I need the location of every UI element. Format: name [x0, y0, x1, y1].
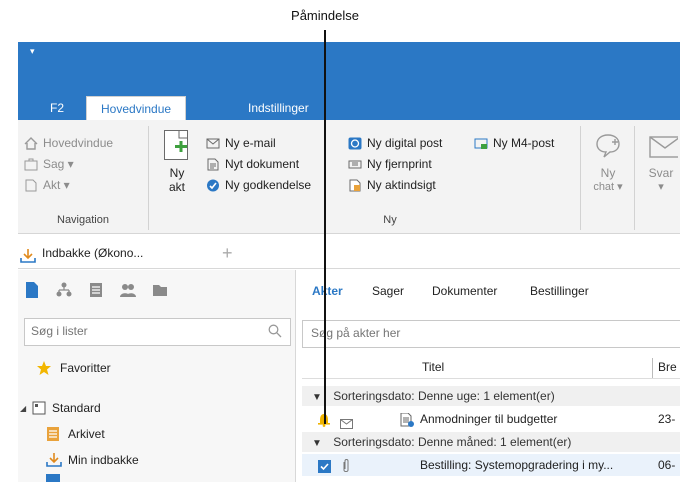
nav-hovedvindue[interactable]: Hovedvindue: [24, 134, 113, 153]
group-toggle-icon[interactable]: ▼: [312, 392, 322, 403]
chat-icon: [594, 132, 622, 160]
star-icon: [36, 360, 52, 376]
tree-item-partial-icon: [46, 474, 60, 482]
quick-access-icon[interactable]: ▾: [30, 46, 35, 57]
ny-email-button[interactable]: Ny e-mail: [206, 134, 276, 153]
callout-label: Påmindelse: [291, 8, 359, 23]
ribbon-separator: [634, 126, 635, 230]
akter-search-field[interactable]: [303, 321, 679, 345]
remote-print-icon: [348, 158, 362, 171]
column-header-row: Titel Bre: [302, 358, 680, 379]
case-icon: [24, 158, 38, 171]
people-icon[interactable]: [120, 282, 136, 298]
add-tab-button[interactable]: +: [222, 240, 233, 266]
tab-hovedvindue[interactable]: Hovedvindue: [86, 96, 187, 121]
ribbon-separator: [580, 126, 581, 230]
list-search-input[interactable]: [24, 318, 291, 346]
group-row[interactable]: ▼ Sorteringsdato: Denne måned: 1 element…: [302, 432, 680, 452]
row-date: 23-: [658, 412, 676, 426]
tab-indstillinger[interactable]: Indstillinger: [234, 96, 323, 120]
group-toggle-icon[interactable]: ▼: [312, 438, 322, 449]
document-list-icon[interactable]: [24, 282, 40, 298]
group-label-ny: Ny: [383, 214, 397, 226]
table-row[interactable]: Anmodninger til budgetter 23-: [302, 408, 680, 430]
tab-f2[interactable]: F2: [36, 96, 78, 120]
nav-akt[interactable]: Akt ▾: [24, 176, 70, 195]
list-view-icon[interactable]: [88, 282, 104, 298]
nav-sag[interactable]: Sag ▾: [24, 155, 74, 174]
standard-list-icon: [32, 401, 46, 415]
column-header-date[interactable]: Bre: [658, 360, 677, 374]
ribbon-separator: [148, 126, 149, 230]
column-divider[interactable]: [652, 358, 653, 378]
digital-post-icon: [348, 137, 362, 150]
new-document-icon: [164, 130, 188, 160]
search-icon[interactable]: [268, 324, 282, 338]
ny-godkendelse-button[interactable]: Ny godkendelse: [206, 176, 311, 195]
mail-icon: [340, 414, 353, 429]
tree-item-favoritter[interactable]: Favoritter: [36, 358, 111, 378]
ny-akt-button[interactable]: Ny akt: [158, 130, 196, 210]
ny-chat-button[interactable]: Ny chat ▾: [588, 132, 628, 208]
row-title: Bestilling: Systemopgradering i my...: [420, 458, 614, 472]
inbox-download-icon: [20, 246, 36, 263]
callout-line: [324, 30, 326, 424]
ny-fjernprint-button[interactable]: Ny fjernprint: [348, 155, 432, 174]
ny-m4-post-button[interactable]: Ny M4-post: [474, 134, 554, 153]
akter-search-input[interactable]: [302, 320, 680, 348]
tab-dokumenter[interactable]: Dokumenter: [432, 284, 497, 298]
tree-item-min-indbakke[interactable]: Min indbakke: [46, 450, 139, 470]
tree-item-standard[interactable]: ◢ Standard: [20, 398, 101, 418]
group-row[interactable]: ▼ Sorteringsdato: Denne uge: 1 element(e…: [302, 386, 680, 406]
column-header-title[interactable]: Titel: [422, 360, 444, 374]
inbox-download-icon: [46, 453, 62, 467]
email-icon: [206, 137, 220, 150]
tab-indbakke[interactable]: Indbakke (Økono...: [20, 240, 143, 266]
ny-aktindsigt-button[interactable]: Ny aktindsigt: [348, 176, 436, 195]
document-icon: [206, 158, 220, 171]
tab-akter[interactable]: Akter: [312, 284, 343, 298]
reply-mail-icon: [648, 132, 680, 160]
document-icon: [400, 412, 414, 427]
nyt-dokument-button[interactable]: Nyt dokument: [206, 155, 299, 174]
expand-icon[interactable]: ◢: [20, 404, 32, 413]
checked-checkbox-icon[interactable]: [318, 458, 331, 473]
group-label-navigation: Navigation: [57, 214, 109, 226]
svar-button[interactable]: Svar ▾: [642, 132, 680, 208]
home-icon: [24, 137, 38, 150]
org-tree-icon[interactable]: [56, 282, 72, 298]
tree-item-arkivet[interactable]: Arkivet: [46, 424, 105, 444]
table-row[interactable]: Bestilling: Systemopgradering i my... 06…: [302, 454, 680, 476]
document-icon: [24, 179, 38, 192]
attachment-icon: [342, 458, 350, 472]
folder-icon[interactable]: [152, 282, 168, 298]
list-search-field[interactable]: [25, 319, 262, 343]
m4-post-icon: [474, 137, 488, 150]
approval-icon: [206, 179, 220, 192]
tab-bestillinger[interactable]: Bestillinger: [530, 284, 589, 298]
ny-digital-post-button[interactable]: Ny digital post: [348, 134, 442, 153]
row-date: 06-: [658, 458, 676, 472]
insight-icon: [348, 179, 362, 192]
row-title: Anmodninger til budgetter: [420, 412, 558, 426]
archive-icon: [46, 426, 60, 442]
tab-sager[interactable]: Sager: [372, 284, 404, 298]
